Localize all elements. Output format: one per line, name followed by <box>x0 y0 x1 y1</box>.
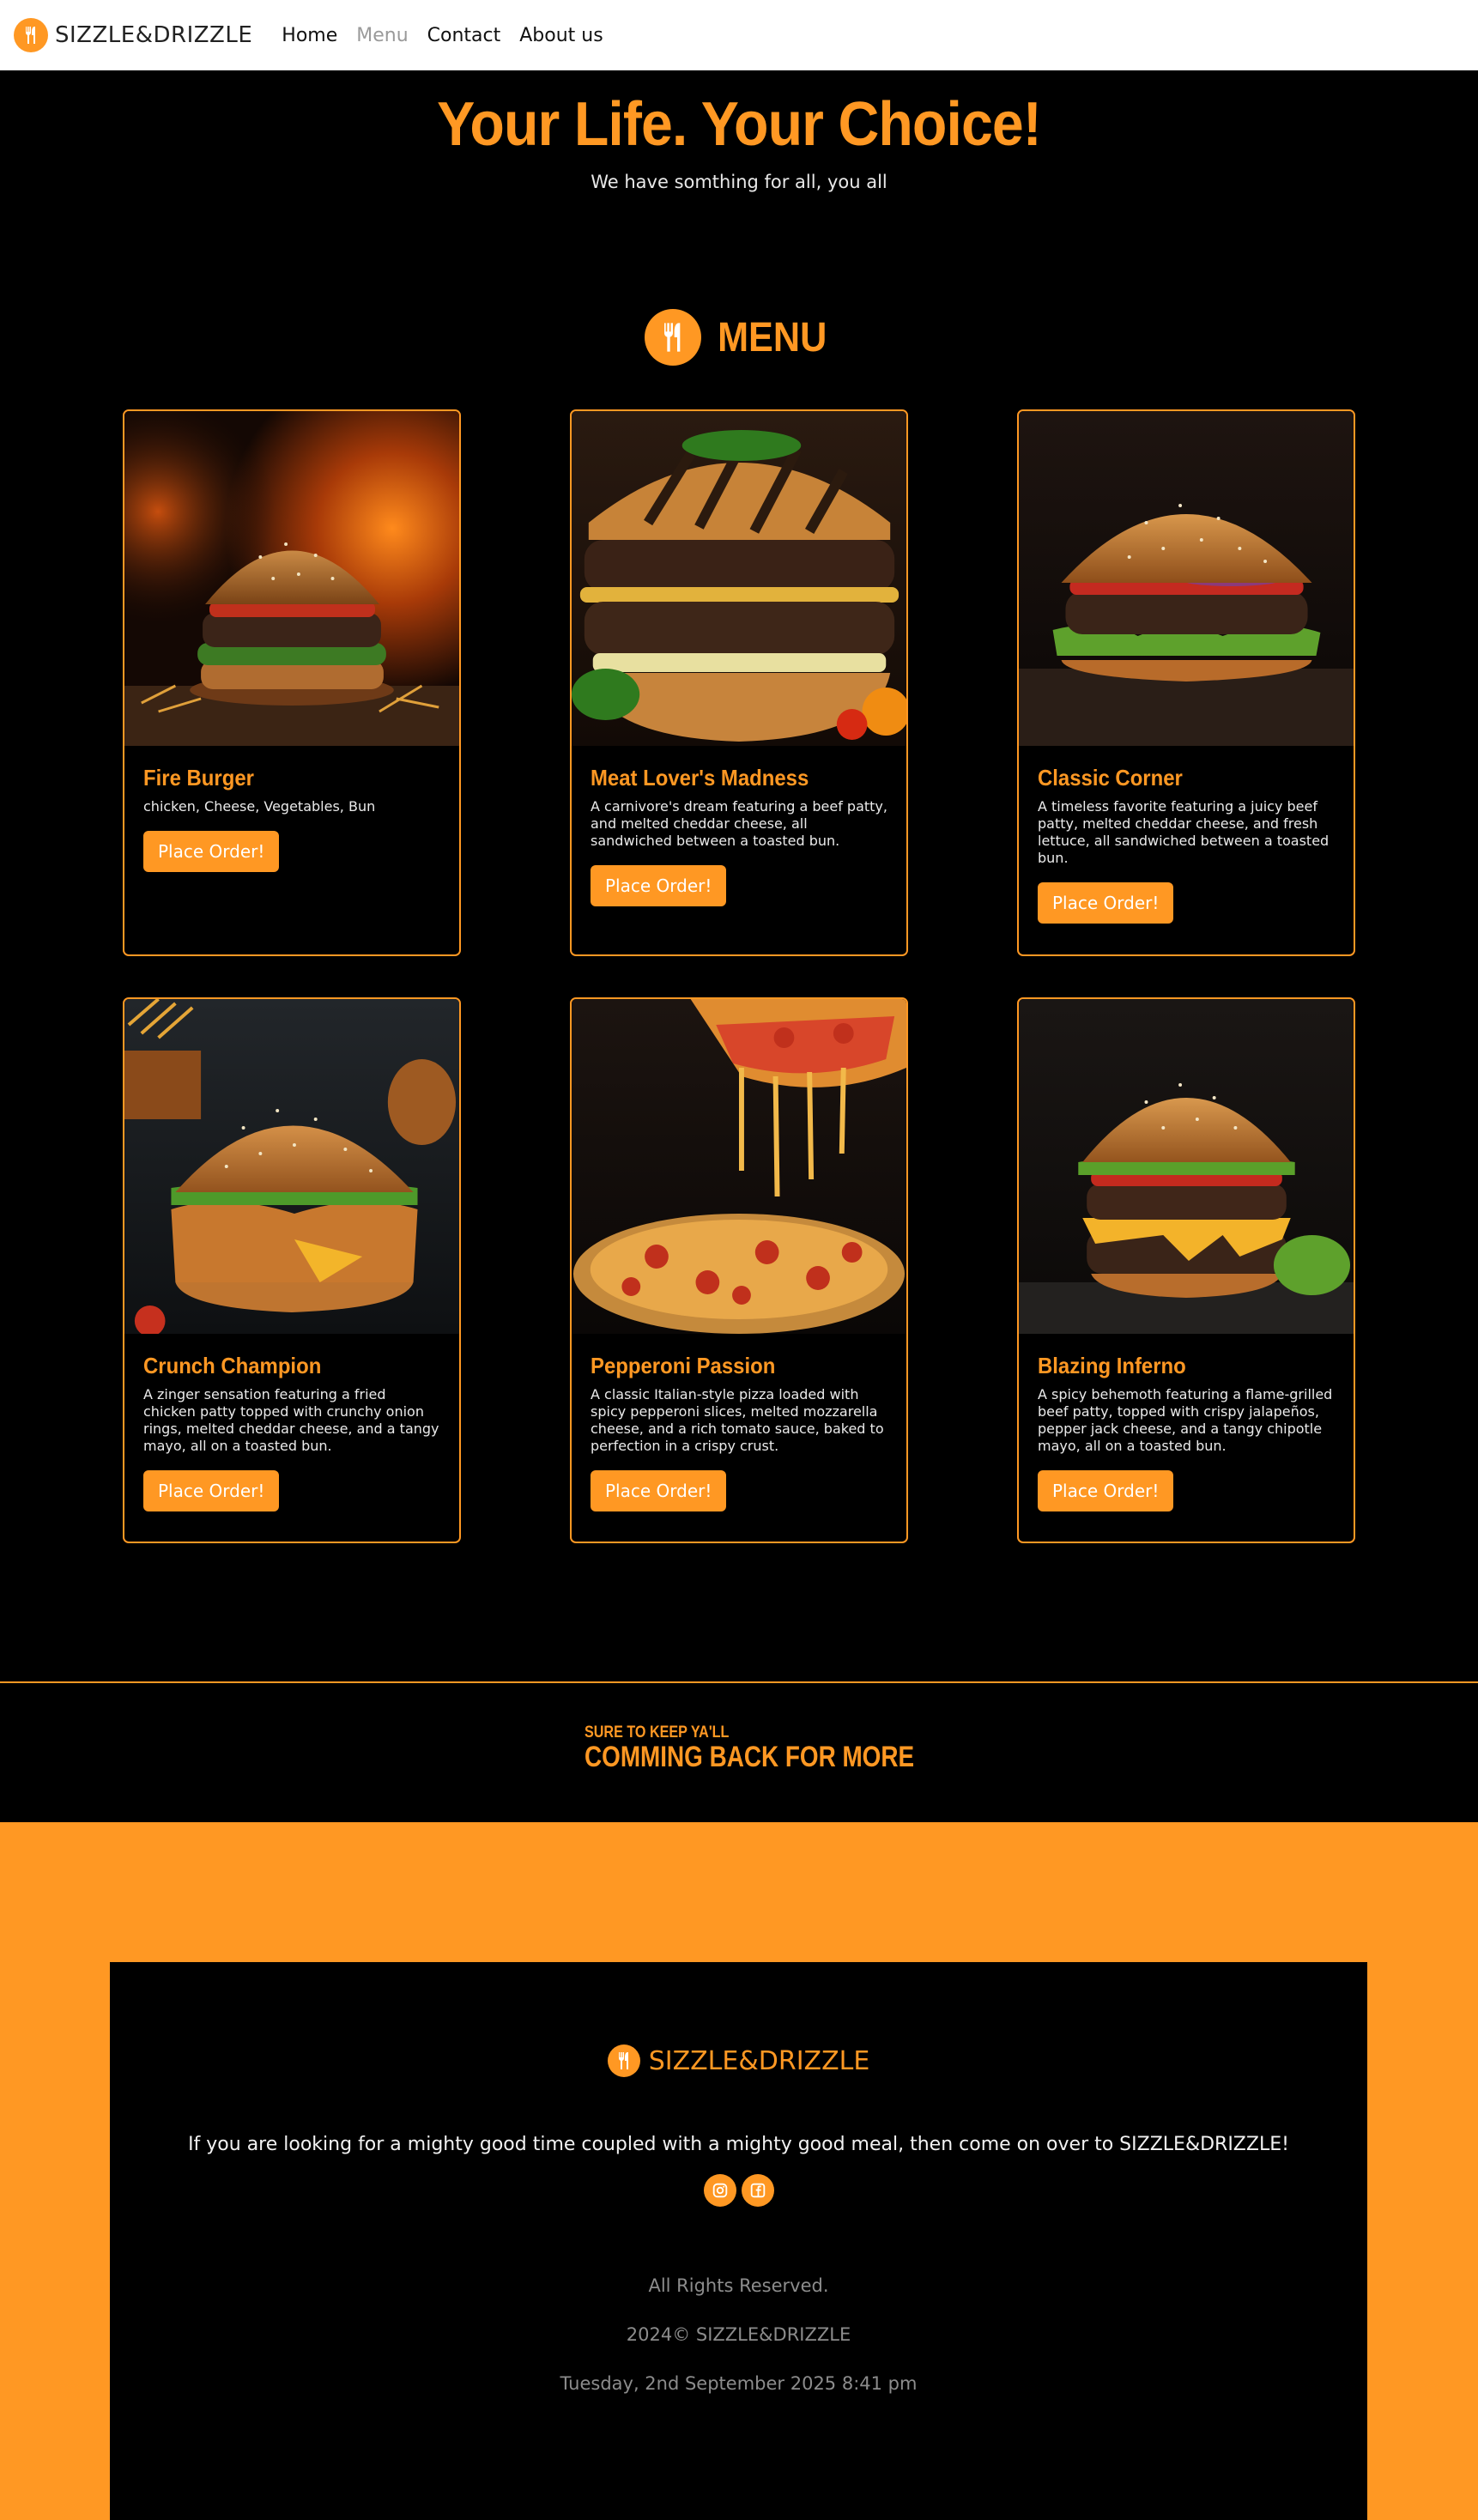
card-description: A spicy behemoth featuring a flame-grill… <box>1038 1386 1333 1454</box>
tagline-big: COMMING BACK FOR MORE <box>585 1741 915 1773</box>
card-description: A classic Italian-style pizza loaded wit… <box>591 1386 884 1454</box>
footer-text: If you are looking for a mighty good tim… <box>188 2134 1289 2155</box>
hero-subtitle: We have somthing for all, you all <box>591 172 887 192</box>
menu-card: Classic Corner A timeless favorite featu… <box>1017 409 1355 956</box>
tagline: SURE TO KEEP YA'LL COMMING BACK FOR MORE <box>585 1723 986 1774</box>
facebook-icon[interactable] <box>741 2174 774 2207</box>
menu-heading-text: MENU <box>718 314 827 360</box>
navbar: SIZZLE&DRIZZLE Home Menu Contact About u… <box>0 0 1478 70</box>
place-order-button[interactable]: Place Order! <box>1038 882 1174 924</box>
card-title: Meat Lover's Madness <box>591 765 809 791</box>
card-body: Pepperoni Passion A classic Italian-styl… <box>572 1334 906 1511</box>
menu-card: Crunch Champion A zinger sensation featu… <box>123 997 461 1543</box>
card-title: Fire Burger <box>143 765 254 791</box>
brand-name: SIZZLE&DRIZZLE <box>55 22 253 48</box>
card-description: A timeless favorite featuring a juicy be… <box>1038 798 1330 866</box>
nav-link-about[interactable]: About us <box>519 25 603 46</box>
brand[interactable]: SIZZLE&DRIZZLE <box>14 18 252 52</box>
double-patty-burger-photo <box>572 411 906 746</box>
hero: Your Life. Your Choice! We have somthing… <box>0 70 1478 192</box>
footer: SIZZLE&DRIZZLE If you are looking for a … <box>110 1962 1367 2520</box>
card-title: Pepperoni Passion <box>591 1353 776 1378</box>
card-body: Classic Corner A timeless favorite featu… <box>1019 746 1354 924</box>
nav-link-contact[interactable]: Contact <box>427 25 501 46</box>
footer-brand[interactable]: SIZZLE&DRIZZLE <box>110 2044 1367 2077</box>
card-title: Blazing Inferno <box>1038 1353 1186 1378</box>
menu-card: Blazing Inferno A spicy behemoth featuri… <box>1017 997 1355 1543</box>
card-body: Crunch Champion A zinger sensation featu… <box>124 1334 459 1511</box>
nav-links: Home Menu Contact About us <box>282 25 621 46</box>
classic-burger-photo <box>1019 411 1354 746</box>
rights-text: All Rights Reserved. <box>648 2275 829 2296</box>
menu-card: Fire Burger chicken, Cheese, Vegetables,… <box>123 409 461 956</box>
fried-chicken-burger-photo <box>124 999 459 1334</box>
social-links <box>110 2174 1367 2207</box>
datetime-text: Tuesday, 2nd September 2025 8:41 pm <box>560 2373 918 2394</box>
spicy-burger-photo <box>1019 999 1354 1334</box>
card-description: A zinger sensation featuring a fried chi… <box>143 1386 439 1454</box>
utensils-icon <box>645 309 702 366</box>
nav-link-home[interactable]: Home <box>282 25 337 46</box>
card-title: Classic Corner <box>1038 765 1183 791</box>
utensils-icon <box>607 2044 640 2077</box>
pepperoni-pizza-photo <box>572 999 906 1334</box>
instagram-icon[interactable] <box>703 2174 736 2207</box>
menu-card: Pepperoni Passion A classic Italian-styl… <box>570 997 908 1543</box>
place-order-button[interactable]: Place Order! <box>591 1470 727 1511</box>
tagline-small: SURE TO KEEP YA'LL <box>585 1723 730 1742</box>
utensils-icon <box>14 18 48 52</box>
place-order-button[interactable]: Place Order! <box>591 865 727 906</box>
card-title: Crunch Champion <box>143 1353 322 1378</box>
place-order-button[interactable]: Place Order! <box>143 1470 280 1511</box>
footer-brand-name: SIZZLE&DRIZZLE <box>648 2045 870 2076</box>
card-description: A carnivore's dream featuring a beef pat… <box>591 798 887 849</box>
card-body: Blazing Inferno A spicy behemoth featuri… <box>1019 1334 1354 1511</box>
card-body: Fire Burger chicken, Cheese, Vegetables,… <box>124 746 459 872</box>
nav-link-menu[interactable]: Menu <box>356 25 408 46</box>
card-body: Meat Lover's Madness A carnivore's dream… <box>572 746 906 906</box>
copyright-text: 2024© SIZZLE&DRIZZLE <box>626 2324 851 2345</box>
menu-heading: MENU <box>0 309 1478 366</box>
card-description: chicken, Cheese, Vegetables, Bun <box>143 798 376 815</box>
place-order-button[interactable]: Place Order! <box>143 831 280 872</box>
burger-flames-photo <box>124 411 459 746</box>
section-divider <box>0 1681 1478 1683</box>
hero-title: Your Life. Your Choice! <box>437 90 1042 159</box>
place-order-button[interactable]: Place Order! <box>1038 1470 1174 1511</box>
menu-card: Meat Lover's Madness A carnivore's dream… <box>570 409 908 956</box>
